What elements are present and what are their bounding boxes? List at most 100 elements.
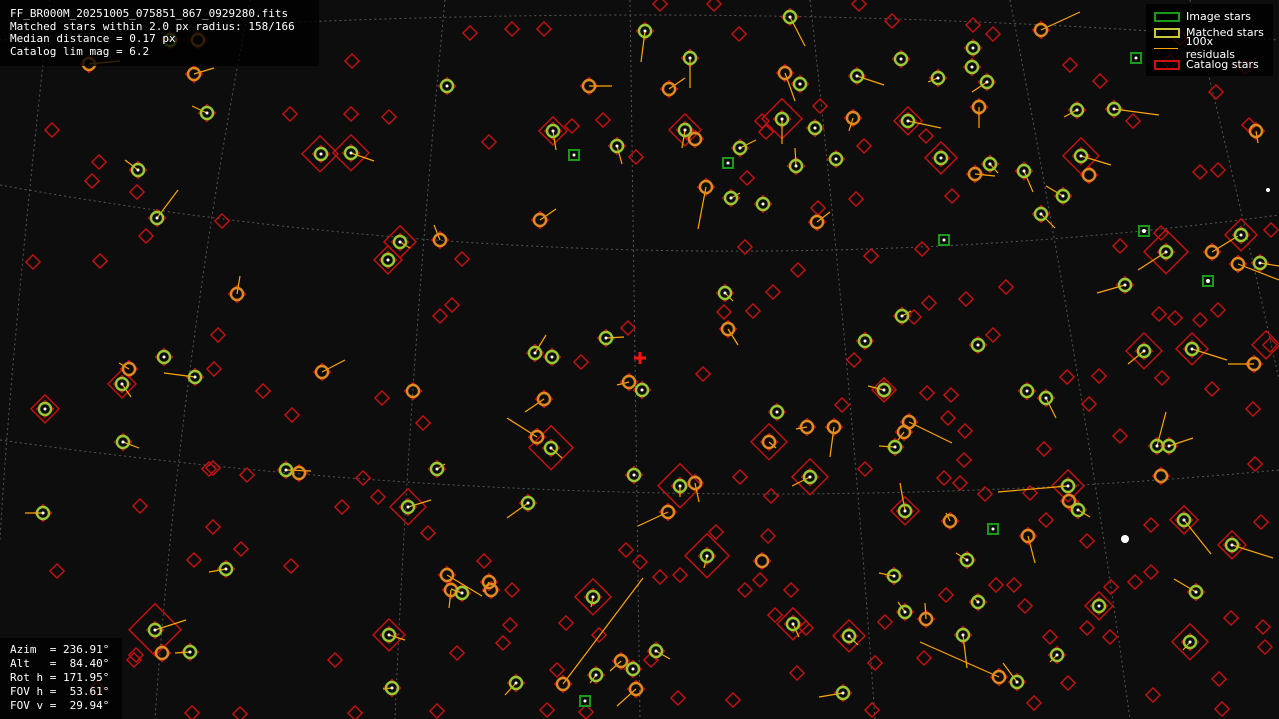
star-core [632, 473, 636, 477]
star-core [43, 407, 47, 411]
yellow-square-icon [1154, 26, 1180, 38]
star-core [615, 144, 619, 148]
star-core [572, 153, 576, 157]
star-core [841, 691, 845, 695]
star-core [985, 80, 989, 84]
star-core [798, 82, 802, 86]
star-core [903, 610, 907, 614]
star-core [224, 567, 228, 571]
star-core [1230, 543, 1234, 547]
star-core [899, 57, 903, 61]
star-core [1190, 347, 1194, 351]
star-core [900, 314, 904, 318]
legend-item-image-stars: Image stars [1154, 8, 1265, 24]
star-core [942, 238, 946, 242]
star-core [205, 111, 209, 115]
star-core [1155, 444, 1159, 448]
star-core [654, 649, 658, 653]
star-core [1123, 283, 1127, 287]
star-core [386, 258, 390, 262]
median-text: Median distance = 0.17 px [10, 32, 176, 45]
star-core [705, 554, 709, 558]
star-core [794, 164, 798, 168]
star-core [121, 440, 125, 444]
star-core [988, 162, 992, 166]
star-core [1015, 680, 1019, 684]
legend-item-residuals: 100x residuals [1154, 35, 1265, 61]
star-core [726, 161, 730, 165]
star-core [775, 410, 779, 414]
star-core [1039, 212, 1043, 216]
star-core [1142, 349, 1146, 353]
star-core [1167, 444, 1171, 448]
star-core [120, 382, 124, 386]
star-core [591, 595, 595, 599]
star-core [284, 468, 288, 472]
star-core [398, 240, 402, 244]
star-core [1079, 154, 1083, 158]
star-core [936, 76, 940, 80]
pointing-panel: Azim = 236.91° Alt = 84.40° Rot h = 171.… [0, 638, 122, 719]
legend-label: Catalog stars [1186, 57, 1259, 71]
star-core [882, 388, 886, 392]
star-core [855, 74, 859, 78]
star-core [893, 445, 897, 449]
bright-star [1206, 279, 1210, 283]
star-field [0, 0, 1279, 719]
star-core [847, 634, 851, 638]
star-core [863, 339, 867, 343]
catalog-text: Catalog lim mag = 6.2 [10, 44, 150, 58]
star-core [1188, 640, 1192, 644]
star-core [1112, 107, 1116, 111]
star-core [406, 505, 410, 509]
star-core [813, 126, 817, 130]
star-core [688, 56, 692, 60]
star-core [976, 343, 980, 347]
star-core [1025, 389, 1029, 393]
rotation-text: Rot h = 171.95° [10, 671, 110, 684]
bright-star [1142, 229, 1146, 233]
star-core [1164, 250, 1168, 254]
star-core [723, 291, 727, 295]
star-core [526, 501, 530, 505]
filename-text: FF_BR000M_20251005_075851_867_0929280.fi… [10, 7, 289, 20]
star-core [390, 686, 394, 690]
star-core [631, 667, 635, 671]
star-core [136, 168, 140, 172]
star-core [1075, 108, 1079, 112]
star-core [892, 574, 896, 578]
bright-star [1121, 535, 1129, 543]
star-core [1239, 233, 1243, 237]
star-core [906, 119, 910, 123]
star-core [188, 650, 192, 654]
star-core [834, 157, 838, 161]
star-core [971, 46, 975, 50]
star-core [583, 699, 587, 703]
star-core [903, 509, 907, 513]
legend: Image stars Matched stars 100x residuals… [1146, 4, 1273, 76]
star-core [738, 146, 742, 150]
star-core [594, 673, 598, 677]
star-core [808, 475, 812, 479]
star-core [155, 216, 159, 220]
star-core [970, 65, 974, 69]
star-core [1044, 396, 1048, 400]
star-core [549, 446, 553, 450]
star-core [1097, 604, 1101, 608]
star-core [788, 15, 792, 19]
star-core [991, 527, 995, 531]
fov-v-text: FOV v = 29.94° [10, 699, 110, 712]
star-core [319, 152, 323, 156]
star-core [1194, 590, 1198, 594]
fov-h-text: FOV h = 53.61° [10, 685, 110, 698]
star-core [1182, 518, 1186, 522]
green-square-icon [1154, 10, 1180, 22]
star-core [193, 375, 197, 379]
star-core [939, 156, 943, 160]
star-core [1134, 56, 1138, 60]
star-core [961, 633, 965, 637]
star-core [1061, 194, 1065, 198]
star-core [780, 117, 784, 121]
star-core [550, 355, 554, 359]
star-core [791, 622, 795, 626]
